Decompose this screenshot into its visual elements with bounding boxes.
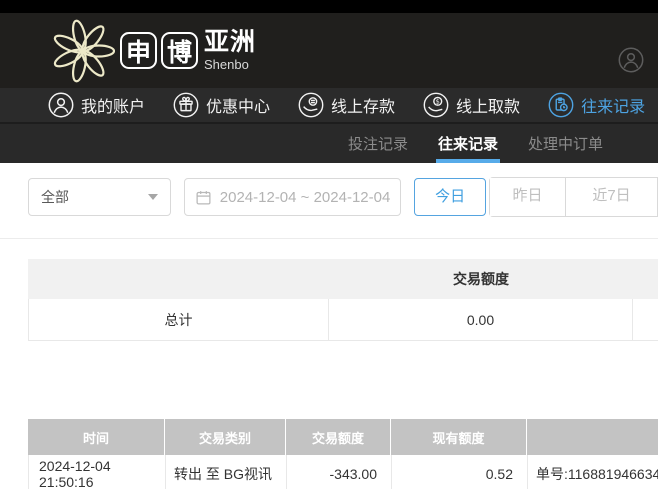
- brand-region: 亚洲: [204, 28, 257, 56]
- shenbo-records-page: 申 博 亚洲 Shenbo 我的账户 优惠中心 线上存款 $ 线上取款 往来记录…: [0, 0, 658, 489]
- brand-flower-icon: [50, 18, 116, 84]
- withdraw-icon: $: [423, 92, 449, 118]
- cell-order-number: 单号:116881946634: [536, 465, 658, 482]
- filter-row: 全部 2024-12-04 ~ 2024-12-04 今日 昨日 近7日: [0, 163, 658, 239]
- records-tab-bar: 投注记录 往来记录 处理中订单: [0, 124, 658, 163]
- summary-total-row: 总计 0.00: [28, 299, 658, 341]
- cell-type: 转出 至 BG视讯: [166, 455, 287, 489]
- records-icon: [548, 92, 574, 118]
- gift-icon: [173, 92, 199, 118]
- nav-item-label: 线上取款: [456, 99, 521, 116]
- content-area: 全部 2024-12-04 ~ 2024-12-04 今日 昨日 近7日 交易额…: [0, 163, 658, 489]
- nav-item-label: 我的账户: [81, 99, 146, 116]
- col-header-amount: 交易额度: [286, 419, 391, 455]
- quick-range-7days-button[interactable]: 近7日: [565, 178, 657, 216]
- quick-range-yesterday-button[interactable]: 昨日: [490, 178, 565, 216]
- user-icon: [48, 92, 74, 118]
- quick-range-today-button[interactable]: 今日: [414, 178, 486, 216]
- col-header-balance: 现有额度: [391, 419, 527, 455]
- nav-item-my-account[interactable]: 我的账户: [48, 92, 145, 118]
- brand-char-shen: 申: [120, 32, 157, 69]
- brand-char-bo: 博: [161, 32, 198, 69]
- col-header-type: 交易类别: [165, 419, 286, 455]
- nav-item-label: 往来记录: [581, 99, 646, 116]
- summary-table: 交易额度 总计 0.00: [28, 259, 658, 341]
- nav-item-label: 线上存款: [331, 99, 396, 116]
- table-row: 2024-12-04 21:50:16 转出 至 BG视讯 -343.00 0.…: [28, 455, 658, 489]
- quick-range-group: 昨日 近7日: [489, 177, 658, 217]
- summary-total-label: 总计: [29, 299, 329, 340]
- tab-betting-records[interactable]: 投注记录: [348, 124, 408, 163]
- records-table-header: 时间 交易类别 交易额度 现有额度: [28, 419, 658, 455]
- type-select-value: 全部: [41, 189, 69, 205]
- col-header-time: 时间: [28, 419, 165, 455]
- nav-item-withdraw[interactable]: $ 线上取款: [423, 92, 520, 118]
- records-table: 时间 交易类别 交易额度 现有额度 2024-12-04 21:50:16 转出…: [28, 419, 658, 489]
- profile-avatar-icon[interactable]: [618, 47, 644, 73]
- cell-time: 2024-12-04 21:50:16: [29, 455, 166, 489]
- chevron-down-icon: [147, 194, 158, 200]
- col-header-order: [527, 419, 658, 455]
- cell-balance: 0.52: [392, 455, 528, 489]
- main-nav: 我的账户 优惠中心 线上存款 $ 线上取款 往来记录: [0, 88, 658, 124]
- brand-subtitle: Shenbo: [204, 57, 249, 72]
- nav-item-promotions[interactable]: 优惠中心: [173, 92, 270, 118]
- date-range-value: 2024-12-04 ~ 2024-12-04: [219, 188, 391, 206]
- tab-transaction-records[interactable]: 往来记录: [435, 124, 501, 163]
- cell-amount: -343.00: [287, 455, 392, 489]
- date-range-input[interactable]: 2024-12-04 ~ 2024-12-04: [183, 178, 402, 216]
- svg-text:$: $: [436, 97, 440, 105]
- calendar-icon: [195, 189, 212, 206]
- brand-text: 亚洲 Shenbo: [204, 28, 257, 72]
- nav-item-transaction-records[interactable]: 往来记录: [548, 92, 645, 118]
- nav-item-deposit[interactable]: 线上存款: [298, 92, 395, 118]
- nav-item-label: 优惠中心: [206, 99, 271, 116]
- summary-total-value: 0.00: [329, 299, 633, 340]
- summary-amount-header: 交易额度: [453, 271, 509, 287]
- deposit-icon: [298, 92, 324, 118]
- summary-header-row: 交易额度: [28, 259, 658, 299]
- type-select[interactable]: 全部: [28, 178, 171, 216]
- tab-processing-orders[interactable]: 处理中订单: [528, 124, 603, 163]
- summary-empty-cell: [633, 299, 658, 340]
- top-strip: [0, 0, 658, 13]
- logo-bar: 申 博 亚洲 Shenbo: [0, 13, 658, 88]
